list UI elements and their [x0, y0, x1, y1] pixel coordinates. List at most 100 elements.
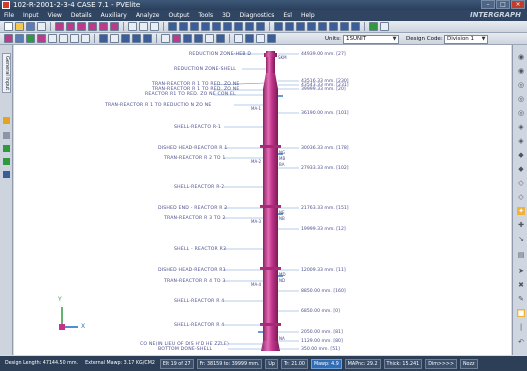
status-nozz-button[interactable]: Nozz [459, 358, 478, 369]
liquid-icon[interactable] [274, 22, 283, 31]
force-moment-icon[interactable] [296, 22, 305, 31]
main-shell[interactable] [263, 89, 278, 341]
top-view-icon[interactable] [143, 34, 152, 43]
tools-icon[interactable] [267, 34, 276, 43]
report-icon[interactable] [380, 22, 389, 31]
list-icon[interactable] [3, 132, 10, 139]
document-icon[interactable] [3, 171, 10, 178]
menu-auxiliary[interactable]: Auxiliary [101, 10, 127, 21]
pointer-icon[interactable]: ➤ [517, 267, 525, 275]
insulation-icon[interactable] [256, 22, 265, 31]
transition-cone[interactable] [263, 73, 278, 89]
table-icon[interactable] [3, 145, 10, 152]
key-icon[interactable] [3, 117, 10, 124]
add-flange-icon[interactable] [88, 22, 97, 31]
grid-icon[interactable] [3, 158, 10, 165]
menu-input[interactable]: Input [23, 10, 39, 21]
zoom-window-icon[interactable] [59, 34, 68, 43]
menu-esl[interactable]: Esl [283, 10, 292, 21]
clip-icon[interactable]: ◎ [517, 95, 525, 103]
add-cone-icon[interactable] [77, 22, 86, 31]
weight-icon[interactable] [285, 22, 294, 31]
reduction-zone-head[interactable] [264, 53, 277, 57]
fit-icon[interactable] [48, 34, 57, 43]
add-shell-icon[interactable] [55, 22, 64, 31]
nozzle-add-icon[interactable]: ◉ [517, 53, 525, 61]
iso-view-icon[interactable] [161, 34, 170, 43]
menu-analyze[interactable]: Analyze [136, 10, 160, 21]
export-icon[interactable] [216, 34, 225, 43]
menu-output[interactable]: Output [168, 10, 189, 21]
menu-details[interactable]: Details [71, 10, 92, 21]
open-folder-icon[interactable] [15, 22, 24, 31]
menu-help[interactable]: Help [301, 10, 315, 21]
menu-diagnostics[interactable]: Diagnostics [240, 10, 275, 21]
insulation-add-icon[interactable]: ◇ [517, 193, 525, 201]
packing-add-icon[interactable]: ◇ [517, 179, 525, 187]
pencil-icon[interactable]: ✎ [517, 295, 525, 303]
save-icon[interactable] [26, 22, 35, 31]
minimize-button[interactable]: – [481, 0, 495, 9]
graph-icon[interactable] [256, 34, 265, 43]
dimensions-icon[interactable] [194, 34, 203, 43]
insert-element-icon[interactable] [128, 22, 137, 31]
zoom-icon[interactable] [26, 34, 35, 43]
platform-icon[interactable] [190, 22, 199, 31]
shell-view-icon[interactable] [4, 34, 13, 43]
zoom-in-icon[interactable] [70, 34, 79, 43]
lining-icon[interactable] [329, 22, 338, 31]
delete-element-icon[interactable] [139, 22, 148, 31]
nozzle[interactable] [258, 331, 263, 333]
tray-icon[interactable] [234, 22, 243, 31]
table-icon[interactable] [245, 34, 254, 43]
maximize-button[interactable]: □ [496, 0, 510, 9]
render-icon[interactable] [99, 34, 108, 43]
line-icon[interactable]: | [517, 323, 525, 331]
print-icon[interactable] [37, 22, 46, 31]
zoom-out-icon[interactable] [81, 34, 90, 43]
rotate-icon[interactable] [15, 34, 24, 43]
weight-add-icon[interactable]: ◈ [517, 137, 525, 145]
wind-icon[interactable] [340, 22, 349, 31]
nozzle-edit-icon[interactable]: ◉ [517, 67, 525, 75]
lock-icon[interactable]: ■ [517, 309, 525, 317]
menu-tools[interactable]: Tools [198, 10, 213, 21]
basering-icon[interactable] [318, 22, 327, 31]
undo-icon[interactable]: ↶ [517, 338, 525, 346]
seismic-icon[interactable] [351, 22, 360, 31]
nozzle-view-icon[interactable] [205, 34, 214, 43]
wireframe-icon[interactable] [110, 34, 119, 43]
close-button[interactable]: × [511, 0, 525, 9]
side-view-icon[interactable] [132, 34, 141, 43]
pan-icon[interactable] [37, 34, 46, 43]
status-dim-button[interactable]: Dim>>>> [425, 358, 457, 369]
labels-icon[interactable] [183, 34, 192, 43]
bottom-cone[interactable] [261, 341, 280, 351]
tab-general-input[interactable]: General Input [2, 53, 11, 93]
menu-3d[interactable]: 3D [222, 10, 230, 21]
add-body-flange-icon[interactable] [110, 22, 119, 31]
units-select[interactable]: 1SUNIT ▼ [343, 35, 399, 44]
nozzle[interactable] [278, 95, 283, 97]
menu-view[interactable]: View [48, 10, 62, 21]
menu-file[interactable]: File [4, 10, 14, 21]
saddle-icon[interactable] [212, 22, 221, 31]
details-icon[interactable] [168, 22, 177, 31]
add-head-icon[interactable] [66, 22, 75, 31]
flange-icon[interactable]: ◎ [517, 81, 525, 89]
new-file-icon[interactable] [4, 22, 13, 31]
tray-add-icon[interactable]: ◆ [517, 165, 525, 173]
design-code-select[interactable]: Division 1 ▼ [444, 35, 488, 44]
ring-icon[interactable] [201, 22, 210, 31]
ring-add-icon[interactable]: ◎ [517, 109, 525, 117]
platform-add-icon[interactable]: ◆ [517, 151, 525, 159]
lug-icon[interactable] [223, 22, 232, 31]
arrow-icon[interactable]: ↘ [517, 235, 525, 243]
lug-add-icon[interactable]: ◈ [517, 123, 525, 131]
add-skirt-icon[interactable] [99, 22, 108, 31]
drawing-canvas[interactable]: REDUCTION ZONE-HEB D REDUCTION ZONE-SHEL… [14, 45, 511, 355]
cross-icon[interactable]: ✚ [517, 221, 525, 229]
settings-icon[interactable]: ✦ [517, 207, 525, 215]
nozzle-icon[interactable] [179, 22, 188, 31]
halfpipe-icon[interactable] [307, 22, 316, 31]
